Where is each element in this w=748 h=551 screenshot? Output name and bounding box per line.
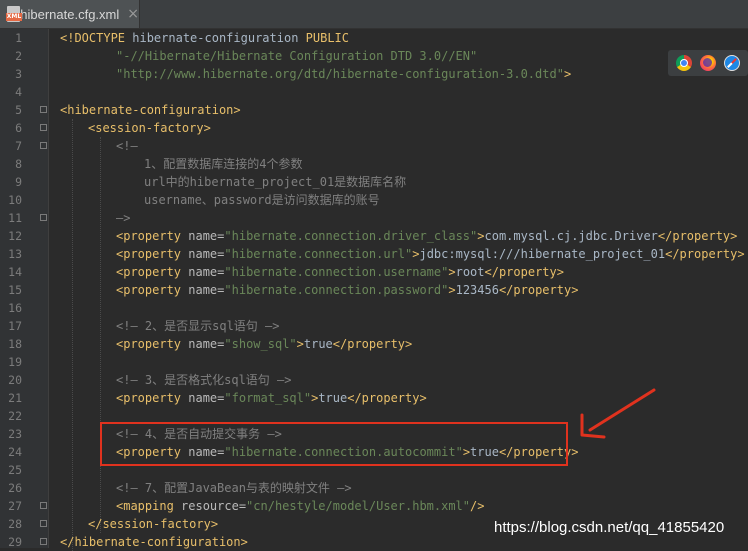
code-line: <!— 2、是否显示sql语句 —> xyxy=(116,319,280,333)
line-number: 12 xyxy=(8,229,22,243)
fold-marker-icon[interactable] xyxy=(40,538,47,545)
line-number: 10 xyxy=(8,193,22,207)
line-number: 20 xyxy=(8,373,22,387)
line-number: 8 xyxy=(15,157,22,171)
fold-marker-icon[interactable] xyxy=(40,502,47,509)
code-line: </session-factory> xyxy=(88,517,219,531)
line-number: 23 xyxy=(8,427,22,441)
firefox-icon[interactable] xyxy=(700,55,716,71)
chrome-icon[interactable] xyxy=(676,55,692,71)
line-number: 22 xyxy=(8,409,22,423)
line-number: 14 xyxy=(8,265,22,279)
line-number: 19 xyxy=(8,355,22,369)
code-line: url中的hibernate_project_01是数据库名称 xyxy=(144,175,407,189)
highlight-box xyxy=(100,422,568,466)
xml-file-icon: XML xyxy=(6,6,22,22)
line-number: 13 xyxy=(8,247,22,261)
code-line: <property name="show_sql">true</property… xyxy=(116,337,413,351)
code-line: <!— 7、配置JavaBean与表的映射文件 —> xyxy=(116,481,352,495)
line-number: 16 xyxy=(8,301,22,315)
watermark: https://blog.csdn.net/qq_41855420 xyxy=(494,519,725,536)
code-line: "-//Hibernate/Hibernate Configuration DT… xyxy=(116,49,478,63)
code-line: <property name="hibernate.connection.pas… xyxy=(116,283,579,297)
code-line: username、password是访问数据库的账号 xyxy=(144,193,380,207)
line-number: 7 xyxy=(15,139,22,153)
code-line: <session-factory> xyxy=(88,121,211,135)
safari-icon[interactable] xyxy=(724,55,740,71)
fold-marker-icon[interactable] xyxy=(40,214,47,221)
line-number: 11 xyxy=(8,211,22,225)
line-number: 28 xyxy=(8,517,22,531)
line-number: 24 xyxy=(8,445,22,459)
line-number: 26 xyxy=(8,481,22,495)
code-line: 1、配置数据库连接的4个参数 xyxy=(144,157,303,171)
fold-marker-icon[interactable] xyxy=(40,520,47,527)
line-number: 18 xyxy=(8,337,22,351)
file-tab-label: hibernate.cfg.xml xyxy=(20,6,120,22)
line-number: 4 xyxy=(15,85,22,99)
editor-tab-bar: XML hibernate.cfg.xml × xyxy=(0,0,748,29)
code-line: <property name="hibernate.connection.url… xyxy=(116,247,745,261)
line-number: 5 xyxy=(15,103,22,117)
file-tab[interactable]: XML hibernate.cfg.xml × xyxy=(0,0,140,28)
line-number: 2 xyxy=(15,49,22,63)
red-arrow-icon xyxy=(580,388,656,439)
code-line: <!DOCTYPE hibernate-configuration PUBLIC xyxy=(60,31,350,45)
code-editor[interactable]: <!DOCTYPE hibernate-configuration PUBLIC… xyxy=(49,29,748,551)
line-number: 25 xyxy=(8,463,22,477)
line-number: 15 xyxy=(8,283,22,297)
fold-marker-icon[interactable] xyxy=(40,106,47,113)
line-number: 9 xyxy=(15,175,22,189)
code-line: <property name="format_sql">true</proper… xyxy=(116,391,427,405)
line-number: 17 xyxy=(8,319,22,333)
code-line: <hibernate-configuration> xyxy=(60,103,241,117)
code-line: <!— xyxy=(116,139,138,153)
line-number: 6 xyxy=(15,121,22,135)
line-number: 1 xyxy=(15,31,22,45)
fold-marker-icon[interactable] xyxy=(40,142,47,149)
line-number: 21 xyxy=(8,391,22,405)
line-number: 3 xyxy=(15,67,22,81)
line-number: 27 xyxy=(8,499,22,513)
code-line: </hibernate-configuration> xyxy=(60,535,248,549)
browser-preview-bar xyxy=(668,50,748,76)
code-line: <property name="hibernate.connection.use… xyxy=(116,265,564,279)
code-line: —> xyxy=(116,211,131,225)
line-number-gutter: 1 2 3 4 5 6 7 8 9 10 11 12 13 14 15 16 17 18 19 20 21 22 23 24 2… xyxy=(0,29,49,549)
code-line: <!— 3、是否格式化sql语句 —> xyxy=(116,373,292,387)
code-line: <property name="hibernate.connection.dri… xyxy=(116,229,738,243)
close-icon[interactable]: × xyxy=(127,6,139,22)
code-line: "http://www.hibernate.org/dtd/hibernate-… xyxy=(116,67,572,81)
code-line: <mapping resource="cn/hestyle/model/User… xyxy=(116,499,485,513)
fold-marker-icon[interactable] xyxy=(40,124,47,131)
line-number: 29 xyxy=(8,535,22,549)
